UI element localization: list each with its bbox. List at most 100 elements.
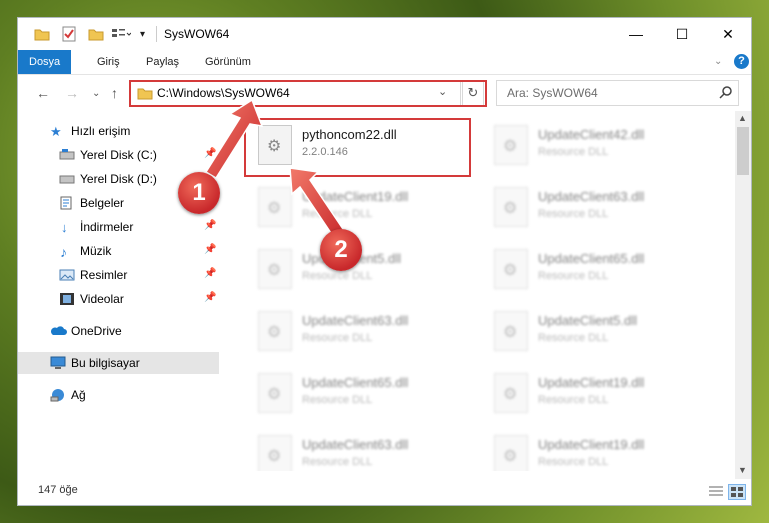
minimize-button[interactable]: — — [613, 18, 659, 50]
file-description: Resource DLL — [538, 208, 609, 220]
dll-file-icon — [494, 249, 528, 289]
file-tile[interactable]: UpdateClient65.dll Resource DLL — [484, 243, 714, 295]
star-icon: ★ — [50, 124, 62, 139]
computer-icon — [50, 356, 66, 370]
address-bar-highlight — [129, 80, 487, 107]
customize-toolbar-icon[interactable]: ▾ — [140, 26, 145, 42]
sidebar-item-label: Belgeler — [80, 196, 125, 210]
dll-file-icon — [258, 187, 292, 227]
file-name: UpdateClient63.dll — [302, 313, 409, 328]
file-tile[interactable]: UpdateClient63.dll Resource DLL — [248, 429, 478, 471]
file-name: UpdateClient63.dll — [302, 437, 409, 452]
close-button[interactable]: ✕ — [705, 18, 751, 50]
pictures-icon — [59, 268, 75, 282]
file-tile[interactable]: UpdateClient42.dll Resource DLL — [484, 119, 714, 171]
file-description: Resource DLL — [302, 208, 373, 220]
recent-locations-icon[interactable]: ⌄ — [92, 88, 100, 99]
pin-icon: 📌 — [204, 220, 217, 231]
dll-file-icon — [258, 373, 292, 413]
scrollbar-thumb[interactable] — [737, 127, 749, 175]
videos-icon — [59, 292, 75, 306]
maximize-button[interactable]: ☐ — [659, 18, 705, 50]
file-tile[interactable]: UpdateClient5.dll Resource DLL — [248, 243, 478, 295]
file-tile[interactable]: UpdateClient19.dll Resource DLL — [484, 429, 714, 471]
back-arrow-icon[interactable]: ← — [36, 85, 50, 101]
scroll-down-icon[interactable]: ▼ — [738, 465, 747, 475]
item-count: 147 öğe — [38, 484, 78, 496]
file-description: Resource DLL — [302, 332, 373, 344]
file-name: UpdateClient65.dll — [302, 375, 409, 390]
navigation-pane: ★ Hızlı erişim Yerel Disk (C:) 📌 Yerel D… — [18, 111, 219, 471]
details-view-icon[interactable] — [708, 485, 724, 500]
title-bar: ▾ SysWOW64 — ☐ ✕ — [18, 18, 751, 50]
music-icon: ♪ — [60, 244, 67, 260]
file-name: UpdateClient19.dll — [538, 437, 645, 452]
file-description: Resource DLL — [302, 394, 373, 406]
dll-file-icon — [494, 187, 528, 227]
search-icon[interactable] — [719, 85, 733, 102]
search-input[interactable]: Ara: SysWOW64 — [507, 86, 598, 100]
file-tile[interactable]: UpdateClient63.dll Resource DLL — [248, 305, 478, 357]
file-description: Resource DLL — [538, 394, 609, 406]
dll-file-icon — [494, 125, 528, 165]
scroll-up-icon[interactable]: ▲ — [738, 113, 747, 123]
sidebar-item-disk-c[interactable]: Yerel Disk (C:) 📌 — [18, 144, 219, 166]
sidebar-item-label: Yerel Disk (D:) — [80, 172, 157, 186]
file-tile[interactable]: UpdateClient19.dll Resource DLL — [248, 181, 478, 233]
file-description: Resource DLL — [538, 456, 609, 468]
sidebar-item-pictures[interactable]: Resimler 📌 — [18, 264, 219, 286]
dll-file-icon — [258, 311, 292, 351]
ribbon: Dosya Giriş Paylaş Görünüm ⌄ ? — [18, 50, 751, 75]
dll-file-icon — [494, 435, 528, 471]
sidebar-item-downloads[interactable]: ↓ İndirmeler 📌 — [18, 216, 219, 238]
tab-file[interactable]: Dosya — [18, 50, 72, 74]
view-options-icon[interactable] — [111, 26, 131, 42]
pin-icon: 📌 — [204, 268, 217, 279]
tab-share[interactable]: Paylaş — [146, 50, 179, 74]
file-tile[interactable]: UpdateClient5.dll Resource DLL — [484, 305, 714, 357]
sidebar-item-label: Resimler — [80, 268, 128, 282]
file-highlight — [244, 118, 471, 177]
file-description: Resource DLL — [302, 270, 373, 282]
file-description: Resource DLL — [538, 146, 609, 158]
sidebar-item-this-pc[interactable]: Bu bilgisayar — [18, 352, 219, 374]
sidebar-item-label: Videolar — [80, 292, 124, 306]
step-2-badge: 2 — [320, 229, 362, 271]
sidebar-item-music[interactable]: ♪ Müzik 📌 — [18, 240, 219, 262]
forward-arrow-icon[interactable]: → — [65, 85, 79, 101]
help-icon[interactable]: ? — [734, 54, 749, 69]
sidebar-item-label: İndirmeler — [80, 220, 134, 234]
sidebar-item-onedrive[interactable]: OneDrive — [18, 320, 219, 342]
sidebar-item-label: Bu bilgisayar — [71, 356, 140, 370]
drive-icon — [59, 148, 75, 162]
tab-view[interactable]: Görünüm — [205, 50, 251, 74]
file-tile[interactable]: UpdateClient19.dll Resource DLL — [484, 367, 714, 419]
sidebar-item-quick-access[interactable]: ★ Hızlı erişim — [18, 120, 219, 142]
tab-home[interactable]: Giriş — [97, 50, 120, 74]
file-tile[interactable]: UpdateClient65.dll Resource DLL — [248, 367, 478, 419]
file-tile[interactable]: UpdateClient63.dll Resource DLL — [484, 181, 714, 233]
window-title: SysWOW64 — [164, 27, 230, 41]
folder-icon[interactable] — [34, 26, 50, 42]
vertical-scrollbar[interactable]: ▲ ▼ — [735, 111, 751, 479]
sidebar-item-network[interactable]: Ağ — [18, 384, 219, 406]
sidebar-item-label: OneDrive — [71, 324, 122, 338]
expand-ribbon-icon[interactable]: ⌄ — [714, 56, 722, 67]
file-name: UpdateClient5.dll — [538, 313, 638, 328]
network-icon — [49, 388, 65, 402]
search-box[interactable]: Ara: SysWOW64 — [496, 80, 739, 106]
file-description: Resource DLL — [302, 456, 373, 468]
sidebar-item-label: Yerel Disk (C:) — [80, 148, 157, 162]
new-folder-icon[interactable] — [88, 26, 104, 42]
documents-icon — [59, 196, 75, 210]
file-name: UpdateClient19.dll — [302, 189, 409, 204]
large-icons-view-icon[interactable] — [728, 484, 746, 500]
sidebar-item-videos[interactable]: Videolar 📌 — [18, 288, 219, 310]
file-name: UpdateClient63.dll — [538, 189, 645, 204]
properties-icon[interactable] — [62, 26, 76, 42]
file-description: Resource DLL — [538, 270, 609, 282]
status-bar: 147 öğe — [18, 479, 751, 505]
sidebar-item-label: Hızlı erişim — [71, 124, 131, 138]
up-arrow-icon[interactable]: ↑ — [111, 85, 118, 101]
file-description: Resource DLL — [538, 332, 609, 344]
